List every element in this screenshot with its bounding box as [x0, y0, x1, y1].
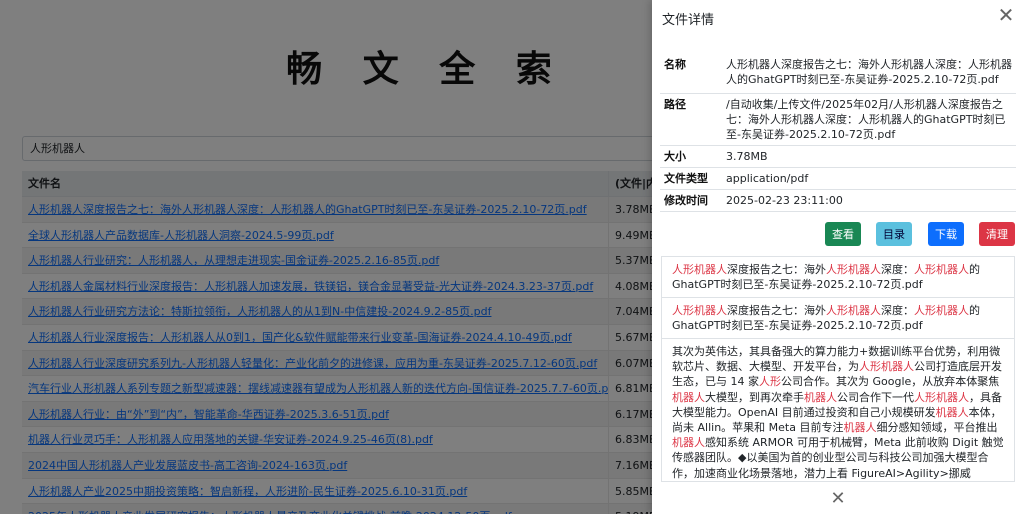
detail-row: 名称 人形机器人深度报告之七：海外人形机器人深度：人形机器人的GhatGPT时刻已…: [660, 48, 1016, 94]
highlight-term: 机器人: [843, 421, 877, 435]
detail-label: 名称: [660, 48, 722, 94]
clear-button[interactable]: 清理: [979, 222, 1015, 246]
close-icon[interactable]: ✕: [996, 5, 1016, 25]
highlight-term: 人形机器人: [914, 390, 969, 404]
drawer-title: 文件详情: [662, 13, 715, 28]
detail-label: 大小: [660, 145, 722, 168]
highlight-term: 人形机器人: [826, 263, 881, 276]
download-button[interactable]: 下载: [928, 222, 964, 246]
snippet-text: 深度报告之七：海外: [727, 304, 826, 317]
highlight-term: 人形机器人: [914, 304, 969, 317]
snippet-text: 深度：: [881, 263, 914, 276]
highlight-term: 人形机器人: [672, 263, 727, 276]
view-button[interactable]: 查看: [825, 222, 861, 246]
detail-row: 文件类型 application/pdf: [660, 167, 1016, 190]
snippet-text: 深度报告之七：海外: [727, 263, 826, 276]
action-buttons: 查看 目录 下载 清理: [652, 222, 1024, 246]
detail-row: 修改时间 2025-02-23 23:11:00: [660, 189, 1016, 212]
detail-value: 人形机器人深度报告之七：海外人形机器人深度：人形机器人的GhatGPT时刻已至-…: [722, 48, 1016, 94]
snippet-text: 公司合作下一代: [837, 390, 914, 404]
highlight-term: 人形机器人: [914, 263, 969, 276]
snippet-text: 大模型，到再次牵手: [705, 390, 804, 404]
detail-value: 3.78MB: [722, 145, 1016, 168]
detail-label: 文件类型: [660, 167, 722, 190]
detail-label: 路径: [660, 93, 722, 146]
highlight-term: 人形: [759, 375, 781, 389]
highlight-term: 人形机器人: [859, 360, 914, 374]
highlight-term: 机器人: [672, 436, 705, 450]
result-snippet: 人形机器人深度报告之七：海外人形机器人深度：人形机器人的GhatGPT时刻已至-…: [662, 257, 1014, 298]
detail-value: /自动收集/上传文件/2025年02月/人形机器人深度报告之七：海外人形机器人深…: [722, 93, 1016, 146]
highlight-term: 机器人: [935, 405, 969, 419]
result-snippet: 人形机器人深度报告之七：海外人形机器人深度：人形机器人的GhatGPT时刻已至-…: [662, 298, 1014, 339]
highlight-term: 人形机器人: [672, 304, 727, 317]
snippet-text: 感知系统 ARMOR 可用于机械臂，Meta 此前收购 Digit 触觉传感器团…: [672, 436, 1004, 480]
close-icon[interactable]: ✕: [828, 490, 848, 508]
toc-button[interactable]: 目录: [876, 222, 912, 246]
snippet-text: 细分感知领域，平台推出: [876, 421, 998, 435]
detail-row: 路径/自动收集/上传文件/2025年02月/人形机器人深度报告之七：海外人形机器…: [660, 93, 1016, 146]
detail-value: application/pdf: [722, 167, 1016, 190]
detail-label: 修改时间: [660, 189, 722, 212]
result-snippet: 其次为英伟达，其具备强大的算力能力+数据训练平台优势，利用微软芯片、数据、大模型…: [662, 339, 1014, 481]
highlight-term: 人形机器人: [826, 304, 881, 317]
snippet-text: 公司合作。其次为 Google，从放弃本体聚焦: [781, 375, 1000, 389]
search-results: 人形机器人深度报告之七：海外人形机器人深度：人形机器人的GhatGPT时刻已至-…: [661, 256, 1015, 482]
highlight-term: 机器人: [804, 390, 837, 404]
highlight-term: 机器人: [672, 390, 705, 404]
detail-row: 大小 3.78MB: [660, 145, 1016, 168]
detail-table: 名称 人形机器人深度报告之七：海外人形机器人深度：人形机器人的GhatGPT时刻已…: [660, 48, 1016, 212]
detail-value: 2025-02-23 23:11:00: [722, 189, 1016, 212]
snippet-text: 深度：: [881, 304, 914, 317]
file-detail-drawer: 文件详情 ✕ 名称 人形机器人深度报告之七：海外人形机器人深度：人形机器人的Gha…: [652, 0, 1024, 514]
